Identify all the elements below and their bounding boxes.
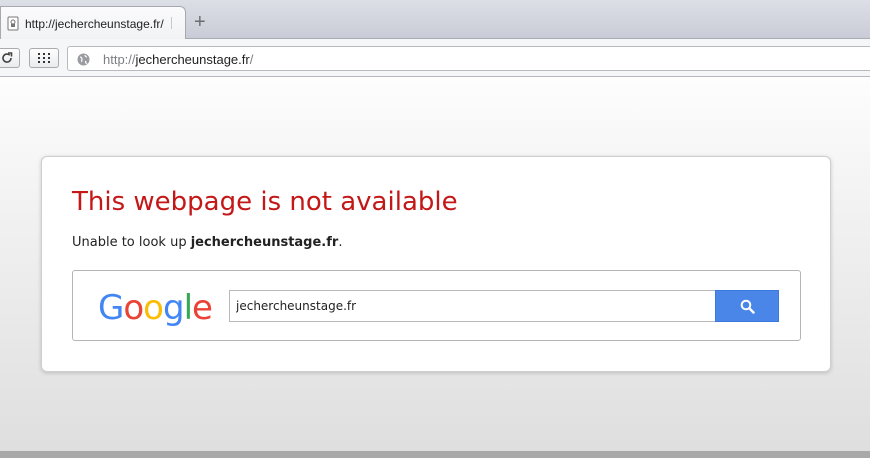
plus-icon[interactable]: + bbox=[194, 12, 206, 32]
search-input[interactable] bbox=[229, 290, 716, 322]
error-desc-suffix: . bbox=[338, 235, 343, 250]
tab-strip: http://jechercheunstage.fr/ + bbox=[0, 0, 870, 40]
address-url: http://jechercheunstage.fr/ bbox=[103, 52, 253, 67]
google-search-box: Google bbox=[72, 270, 801, 341]
bottom-edge bbox=[0, 451, 870, 458]
error-description: Unable to look up jechercheunstage.fr. bbox=[72, 235, 342, 250]
url-host: jechercheunstage.fr bbox=[135, 52, 250, 67]
toolbar: http://jechercheunstage.fr/ bbox=[0, 39, 870, 77]
lock-doc-icon bbox=[7, 16, 19, 31]
globe-icon bbox=[77, 53, 90, 66]
apps-button[interactable] bbox=[29, 48, 59, 68]
url-path: / bbox=[249, 52, 254, 67]
search-button[interactable] bbox=[715, 290, 779, 322]
error-desc-prefix: Unable to look up bbox=[72, 235, 191, 250]
search-icon bbox=[740, 299, 755, 314]
error-card: This webpage is not available Unable to … bbox=[41, 156, 831, 372]
address-bar[interactable]: http://jechercheunstage.fr/ bbox=[67, 46, 870, 71]
reload-button[interactable] bbox=[0, 48, 20, 68]
reload-icon bbox=[2, 52, 13, 63]
google-logo: Google bbox=[98, 288, 213, 328]
url-scheme: http:// bbox=[103, 52, 136, 67]
page-content: This webpage is not available Unable to … bbox=[0, 78, 870, 458]
error-title: This webpage is not available bbox=[72, 187, 458, 217]
tab-close-area[interactable] bbox=[171, 17, 179, 29]
tab-active[interactable]: http://jechercheunstage.fr/ bbox=[0, 6, 186, 40]
tab-title: http://jechercheunstage.fr/ bbox=[25, 17, 164, 31]
error-desc-host: jechercheunstage.fr bbox=[190, 235, 339, 250]
apps-grid-icon bbox=[38, 53, 50, 63]
